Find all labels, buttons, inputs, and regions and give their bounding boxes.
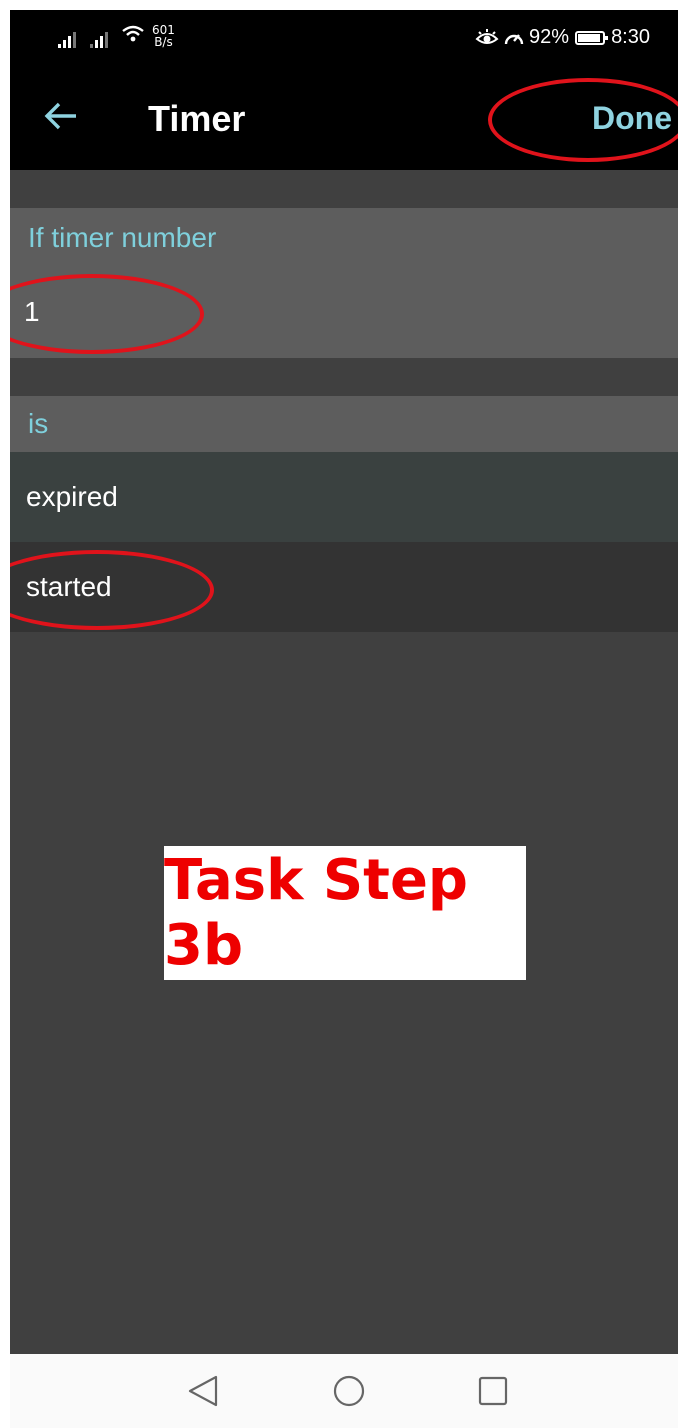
net-speed-unit: B/s: [154, 35, 173, 49]
page-title: Timer: [148, 98, 246, 139]
timer-number-field[interactable]: 1: [10, 270, 678, 358]
battery-fill: [578, 33, 600, 42]
state-label: is: [10, 396, 678, 452]
option-expired[interactable]: expired: [10, 452, 678, 542]
status-right: 92% 8:30: [475, 26, 650, 49]
done-button[interactable]: Done: [592, 100, 672, 137]
phone-screen: 601 B/s 92% 8:30 Timer Done If timer num…: [10, 10, 678, 1428]
status-left: 601 B/s: [58, 24, 175, 48]
net-speed: 601 B/s: [152, 24, 175, 48]
eye-comfort-icon: [475, 28, 499, 47]
triangle-back-icon[interactable]: [186, 1374, 220, 1413]
signal-2-icon: [90, 30, 108, 48]
back-arrow-icon[interactable]: [44, 102, 78, 135]
navigation-bar: [10, 1354, 678, 1428]
timer-number-label: If timer number: [10, 208, 678, 270]
status-bar: 601 B/s 92% 8:30: [10, 10, 678, 68]
app-bar: Timer Done: [10, 68, 678, 170]
data-saver-icon: [503, 28, 525, 48]
square-recents-icon[interactable]: [476, 1374, 510, 1413]
clock: 8:30: [611, 26, 650, 48]
task-step-annotation: Task Step 3b: [164, 846, 526, 980]
wifi-icon: [122, 25, 144, 48]
battery-percent: 92%: [529, 26, 570, 48]
signal-1-icon: [58, 30, 76, 48]
option-started[interactable]: started: [10, 542, 678, 632]
battery-icon: [575, 30, 609, 45]
circle-home-icon[interactable]: [332, 1374, 366, 1413]
task-step-text: Task Step 3b: [164, 848, 469, 978]
